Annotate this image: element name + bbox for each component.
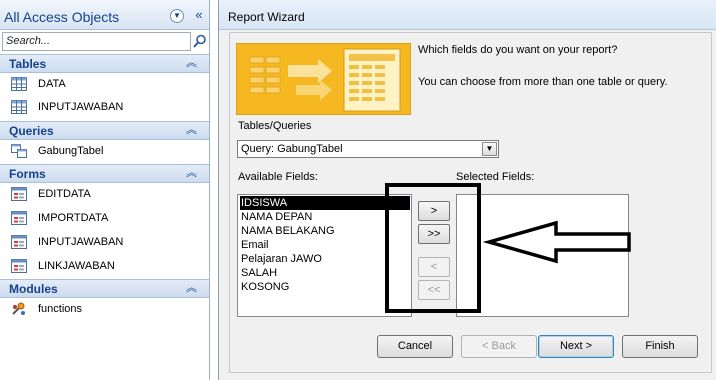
- wizard-hint: You can choose from more than one table …: [418, 76, 668, 88]
- remove-field-button[interactable]: <: [418, 257, 450, 277]
- query-icon: [11, 144, 27, 158]
- available-fields-list[interactable]: IDSISWA NAMA DEPAN NAMA BELAKANG Email P…: [237, 194, 412, 317]
- nav-item-label: INPUTJAWABAN: [38, 236, 124, 248]
- nav-item-label: GabungTabel: [38, 145, 104, 157]
- collapse-pane-icon[interactable]: «: [192, 8, 206, 24]
- chevron-up-icon[interactable]: ︽: [186, 281, 197, 295]
- nav-group-label: Queries: [9, 124, 54, 138]
- nav-item-form-importdata[interactable]: IMPORTDATA: [0, 208, 209, 230]
- nav-item-label: LINKJAWABAN: [38, 260, 115, 272]
- selected-fields-list[interactable]: [456, 194, 629, 317]
- nav-group-tables[interactable]: Tables ︽: [0, 54, 209, 73]
- form-icon: [11, 211, 27, 225]
- tables-queries-select[interactable]: Query: GabungTabel ▼: [237, 140, 499, 158]
- add-field-button[interactable]: >: [418, 201, 450, 221]
- navigation-pane: All Access Objects ▼ « Search... Tables …: [0, 0, 210, 380]
- nav-title[interactable]: All Access Objects: [4, 9, 119, 25]
- nav-item-table-data[interactable]: DATA: [0, 74, 209, 96]
- remove-all-fields-button[interactable]: <<: [418, 280, 450, 300]
- nav-item-form-linkjawaban[interactable]: LINKJAWABAN: [0, 256, 209, 278]
- report-wizard-illustration: [236, 43, 411, 115]
- form-icon: [11, 235, 27, 249]
- add-all-fields-button[interactable]: >>: [418, 224, 450, 244]
- chevron-down-icon[interactable]: ▼: [482, 142, 497, 156]
- nav-header: All Access Objects ▼ «: [0, 0, 209, 30]
- nav-group-modules[interactable]: Modules ︽: [0, 279, 209, 298]
- nav-item-module-functions[interactable]: functions: [0, 299, 209, 321]
- field-item-email[interactable]: Email: [240, 238, 410, 252]
- next-button[interactable]: Next >: [538, 335, 614, 358]
- nav-item-label: EDITDATA: [38, 188, 91, 200]
- nav-item-form-editdata[interactable]: EDITDATA: [0, 184, 209, 206]
- dialog-title-bar[interactable]: Report Wizard: [219, 0, 716, 30]
- dialog-title: Report Wizard: [228, 10, 305, 24]
- finish-button[interactable]: Finish: [622, 335, 698, 358]
- search-icon[interactable]: [192, 33, 208, 50]
- field-item-pelajaran-jawo[interactable]: Pelajaran JAWO: [240, 252, 410, 266]
- nav-group-forms[interactable]: Forms ︽: [0, 164, 209, 183]
- nav-item-query-gabungtabel[interactable]: GabungTabel: [0, 141, 209, 163]
- field-item-salah[interactable]: SALAH: [240, 266, 410, 280]
- table-icon: [11, 100, 27, 114]
- form-icon: [11, 259, 27, 273]
- field-item-kosong[interactable]: KOSONG: [240, 280, 410, 294]
- back-button[interactable]: < Back: [461, 335, 537, 358]
- selected-fields-label: Selected Fields:: [456, 171, 535, 183]
- nav-item-label: DATA: [38, 78, 66, 90]
- table-icon: [11, 77, 27, 91]
- field-item-nama-depan[interactable]: NAMA DEPAN: [240, 210, 410, 224]
- chevron-up-icon[interactable]: ︽: [186, 123, 197, 137]
- nav-group-queries[interactable]: Queries ︽: [0, 121, 209, 140]
- chevron-up-icon[interactable]: ︽: [186, 56, 197, 70]
- form-icon: [11, 187, 27, 201]
- field-item-idsiswa[interactable]: IDSISWA: [240, 196, 410, 210]
- cancel-button[interactable]: Cancel: [377, 335, 453, 358]
- tables-queries-value: Query: GabungTabel: [241, 143, 343, 155]
- chevron-up-icon[interactable]: ︽: [186, 166, 197, 180]
- nav-item-label: INPUTJAWABAN: [38, 101, 124, 113]
- tables-queries-label: Tables/Queries: [238, 120, 312, 132]
- field-item-nama-belakang[interactable]: NAMA BELAKANG: [240, 224, 410, 238]
- nav-group-label: Tables: [9, 57, 47, 71]
- available-fields-label: Available Fields:: [238, 171, 318, 183]
- nav-item-form-inputjawaban[interactable]: INPUTJAWABAN: [0, 232, 209, 254]
- nav-item-label: IMPORTDATA: [38, 212, 109, 224]
- chevron-down-icon[interactable]: ▼: [170, 9, 184, 23]
- wizard-question: Which fields do you want on your report?: [418, 44, 618, 56]
- search-input[interactable]: Search...: [2, 32, 191, 51]
- module-icon: [12, 302, 25, 315]
- nav-group-label: Forms: [9, 167, 46, 181]
- nav-item-table-inputjawaban[interactable]: INPUTJAWABAN: [0, 97, 209, 119]
- nav-group-label: Modules: [9, 282, 58, 296]
- nav-item-label: functions: [38, 303, 83, 315]
